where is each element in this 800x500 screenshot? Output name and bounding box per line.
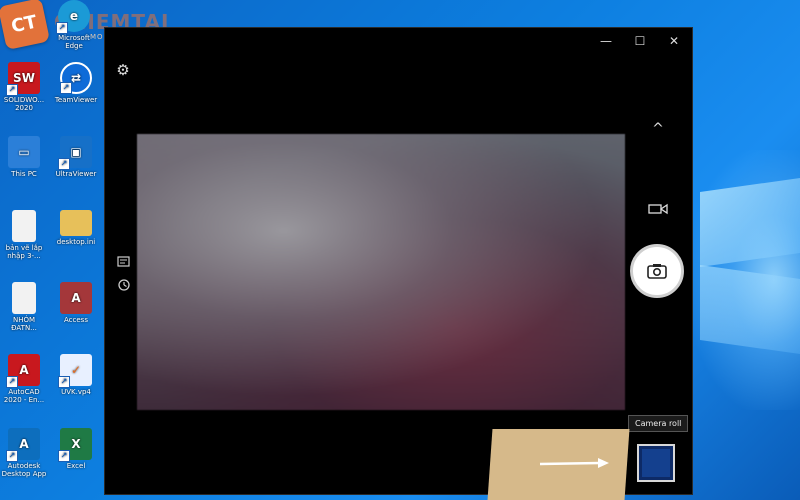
ultraviewer-icon: ▣ ↗ (58, 136, 92, 170)
chevron-up-icon[interactable]: ^ (647, 121, 669, 137)
desktop-icon-nhom[interactable]: NHÓM ĐATN... (0, 282, 48, 332)
camera-roll-button[interactable] (637, 444, 675, 482)
nhom-document-icon (12, 282, 36, 314)
desktop-icon-label: Access (64, 316, 88, 324)
desktop-icon-label: Microsoft Edge (58, 34, 90, 50)
camera-window: — ☐ ✕ ⚙ ^ Camera roll (104, 27, 693, 495)
desktop-icon-excel[interactable]: X ↗ Excel (52, 428, 100, 470)
desktop-icon-label: bản vẽ lắp nhập 3-... (5, 244, 43, 260)
desktop-icon-label: NHÓM ĐATN... (11, 316, 37, 332)
close-button[interactable]: ✕ (663, 32, 685, 50)
maximize-button[interactable]: ☐ (629, 32, 651, 50)
arrow-right-icon (539, 458, 609, 468)
watermark-logo: CT (0, 0, 51, 51)
gear-icon[interactable]: ⚙ (114, 61, 132, 79)
desktop-icon-document[interactable]: bản vẽ lắp nhập 3-... (0, 210, 48, 260)
microsoft-edge-icon: e ↗ (56, 0, 90, 34)
desktop-icon-autocad[interactable]: A ↗ AutoCAD 2020 - En... (0, 354, 48, 404)
desktop-icon-solidworks[interactable]: SW ↗ SOLIDWO... 2020 (0, 62, 48, 112)
desktop-icon-label: TeamViewer (54, 96, 98, 104)
desktop-icon-label: SOLIDWO... 2020 (3, 96, 45, 112)
desktop-icon-access[interactable]: A Access (52, 282, 100, 324)
desktop-icon-teamviewer[interactable]: ⇄ ↗ TeamViewer (52, 62, 100, 104)
watermark-logo-text: CT (9, 11, 39, 37)
teamviewer-icon: ⇄ ↗ (60, 62, 92, 94)
video-mode-icon[interactable] (646, 200, 670, 218)
desktop-icon-this-pc[interactable]: ▭ This PC (0, 136, 48, 178)
desktop-icon-label: AutoCAD 2020 - En... (3, 388, 45, 404)
desktop-icon-label: UVK.vp4 (61, 388, 91, 396)
access-icon: A (60, 282, 92, 314)
wallpaper-window-pane-top (700, 177, 800, 268)
desktop-icon-folder[interactable]: desktop.ini (52, 210, 100, 246)
camera-roll-tooltip: Camera roll (628, 415, 689, 432)
camera-roll-thumbnail (642, 449, 670, 477)
photo-timer-icon[interactable] (116, 254, 132, 270)
folder-icon (60, 210, 92, 236)
desktop-icon-label: This PC (11, 170, 37, 178)
desktop-icon-label: Autodesk Desktop App (1, 462, 47, 478)
autodesk-desktop-app-icon: A ↗ (6, 428, 40, 462)
document-icon (12, 210, 36, 242)
camera-preview (137, 134, 625, 410)
desktop-icon-uvk[interactable]: ✓ ↗ UVK.vp4 (52, 354, 100, 396)
excel-icon: X ↗ (58, 428, 92, 462)
take-photo-button[interactable] (630, 244, 684, 298)
desktop-icon-label: UltraViewer (55, 170, 97, 178)
wallpaper-window-pane-bottom (700, 264, 800, 355)
desktop-icon-ultraviewer[interactable]: ▣ ↗ UltraViewer (52, 136, 100, 178)
desktop-icon-label: desktop.ini (56, 238, 96, 246)
autocad-icon: A ↗ (6, 354, 40, 388)
timer-icon[interactable] (116, 277, 132, 293)
desktop-icon-label: Excel (66, 462, 86, 470)
desktop-icon-edge[interactable]: e ↗ Microsoft Edge (50, 0, 98, 50)
desktop-icon-autodesk-app[interactable]: A ↗ Autodesk Desktop App (0, 428, 48, 478)
camera-icon (647, 264, 667, 279)
uvkvp4-icon: ✓ ↗ (58, 354, 92, 388)
minimize-button[interactable]: — (595, 32, 617, 50)
solidworks-icon: SW ↗ (6, 62, 40, 96)
this-pc-icon: ▭ (8, 136, 40, 168)
